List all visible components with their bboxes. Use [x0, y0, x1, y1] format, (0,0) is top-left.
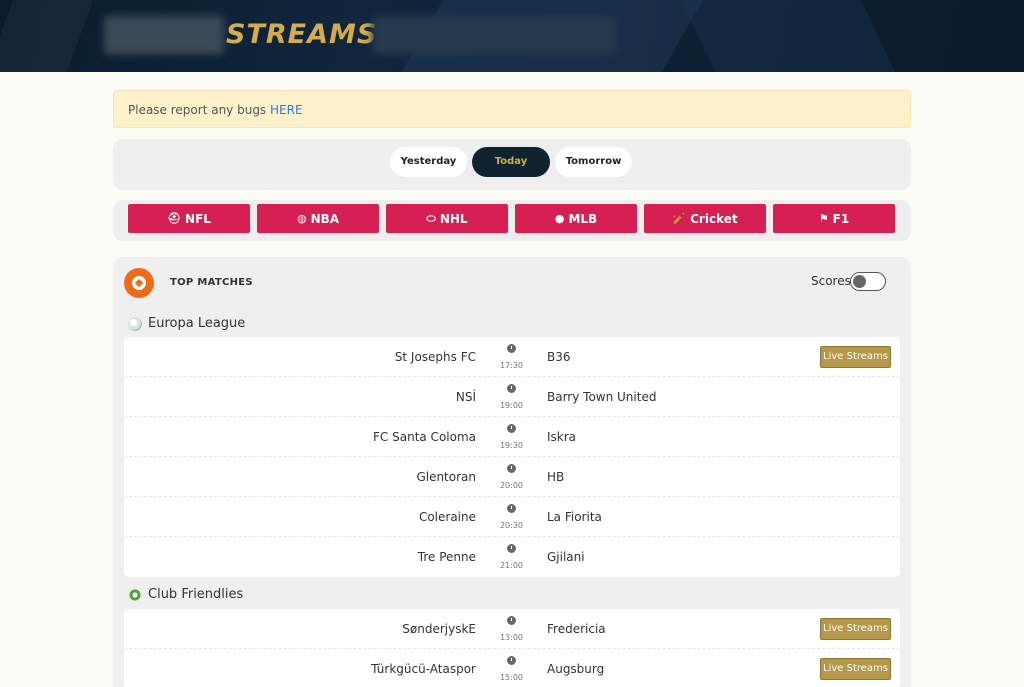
sport-label: MLB	[568, 211, 598, 226]
sport-label: NBA	[310, 211, 340, 226]
table-row[interactable]: FC Santa Coloma 19:30 Iskra	[124, 417, 900, 457]
away-team: La Fiorita	[547, 510, 602, 524]
league-name: Club Friendlies	[148, 587, 244, 602]
home-team: FC Santa Coloma	[373, 430, 476, 444]
away-team: Augsburg	[547, 662, 605, 676]
clock-icon	[507, 424, 516, 433]
table-row[interactable]: Tre Penne 21:00 Gjilani	[124, 537, 900, 577]
clock-icon	[507, 504, 516, 513]
racing-flag-icon: ⚑	[818, 212, 829, 225]
home-team: Türkgücü-Ataspor	[371, 662, 476, 676]
table-row[interactable]: Türkgücü-Ataspor 15:00 Augsburg Live Str…	[124, 649, 900, 687]
europa-league-icon	[128, 316, 142, 331]
away-team: HB	[547, 470, 565, 484]
away-team: Fredericia	[547, 622, 606, 636]
toggle-knob	[853, 275, 866, 288]
sport-button-nba[interactable]: ◍ NBA	[257, 204, 379, 233]
table-row[interactable]: SønderjyskE 13:00 Fredericia Live Stream…	[124, 609, 900, 649]
football-helmet-icon: ⛑	[167, 212, 182, 225]
section-title: TOP MATCHES	[170, 277, 253, 288]
kickoff-time: 15:00	[499, 673, 524, 682]
league-header-club-friendlies: Club Friendlies	[128, 587, 243, 602]
clock-icon	[507, 616, 516, 625]
live-streams-button[interactable]: Live Streams	[820, 346, 891, 368]
scores-label: Scores	[811, 274, 851, 288]
baseball-icon: ●	[554, 212, 565, 225]
sport-label: Cricket	[690, 211, 738, 226]
kickoff-time: 20:00	[499, 481, 524, 490]
match-list-europa-league: St Josephs FC 17:30 B36 Live Streams NSÍ…	[124, 337, 900, 577]
sport-label: NFL	[185, 211, 211, 226]
day-selector: Yesterday Today Tomorrow	[113, 139, 911, 190]
clock-icon	[507, 344, 516, 353]
sport-button-f1[interactable]: ⚑ F1	[773, 204, 895, 233]
sport-button-nfl[interactable]: ⛑ NFL	[128, 204, 250, 233]
matches-panel: TOP MATCHES Scores Europa League St Jose…	[113, 257, 911, 687]
sport-button-nhl[interactable]: ⬭ NHL	[386, 204, 508, 233]
club-friendlies-icon	[128, 587, 142, 602]
table-row[interactable]: Glentoran 20:00 HB	[124, 457, 900, 497]
sport-button-mlb[interactable]: ● MLB	[515, 204, 637, 233]
kickoff-time: 13:00	[499, 633, 524, 642]
kickoff-time: 19:30	[499, 441, 524, 450]
home-team: Tre Penne	[417, 550, 476, 564]
home-team: St Josephs FC	[394, 350, 476, 364]
away-team: B36	[547, 350, 571, 364]
away-team: Gjilani	[547, 550, 585, 564]
away-team: Barry Town United	[547, 390, 657, 404]
table-row[interactable]: Coleraine 20:30 La Fiorita	[124, 497, 900, 537]
clock-icon	[507, 544, 516, 553]
league-name: Europa League	[148, 316, 246, 331]
sport-label: NHL	[439, 211, 468, 226]
sport-button-cricket[interactable]: 🏏 Cricket	[644, 204, 766, 233]
table-row[interactable]: NSÍ 19:00 Barry Town United	[124, 377, 900, 417]
home-team: SønderjyskE	[402, 622, 476, 636]
cricket-icon: 🏏	[672, 212, 687, 225]
home-team: NSÍ	[455, 390, 476, 404]
site-header: STREAMS	[0, 0, 1024, 72]
home-team: Glentoran	[416, 470, 476, 484]
league-header-europa-league: Europa League	[128, 316, 245, 331]
tab-yesterday[interactable]: Yesterday	[390, 147, 467, 177]
live-streams-button[interactable]: Live Streams	[820, 618, 891, 640]
match-list-club-friendlies: SønderjyskE 13:00 Fredericia Live Stream…	[124, 609, 900, 687]
notice-text: Please report any bugs	[128, 103, 271, 117]
soccer-ball-icon	[124, 268, 154, 298]
hockey-icon: ⬭	[426, 212, 436, 225]
clock-icon	[507, 656, 516, 665]
sports-nav: ⛑ NFL ◍ NBA ⬭ NHL ● MLB 🏏 Cricket ⚑ F1	[113, 200, 911, 241]
kickoff-time: 19:00	[499, 401, 524, 410]
table-row[interactable]: St Josephs FC 17:30 B36 Live Streams	[124, 337, 900, 377]
kickoff-time: 17:30	[499, 361, 524, 370]
bug-report-link[interactable]: HERE	[270, 103, 303, 117]
logo-blurred-left	[104, 16, 224, 54]
kickoff-time: 21:00	[499, 561, 524, 570]
live-streams-button[interactable]: Live Streams	[820, 658, 891, 680]
logo-blurred-right	[372, 16, 616, 54]
scores-toggle[interactable]	[850, 272, 886, 291]
clock-icon	[507, 464, 516, 473]
basketball-icon: ◍	[296, 212, 307, 225]
tab-today[interactable]: Today	[472, 147, 550, 177]
kickoff-time: 20:30	[499, 521, 524, 530]
bug-report-notice: Please report any bugs HERE	[113, 90, 911, 128]
home-team: Coleraine	[418, 510, 476, 524]
site-logo[interactable]: STREAMS	[226, 16, 377, 54]
clock-icon	[507, 384, 516, 393]
tab-tomorrow[interactable]: Tomorrow	[555, 147, 632, 177]
away-team: Iskra	[547, 430, 577, 444]
sport-label: F1	[832, 211, 850, 226]
